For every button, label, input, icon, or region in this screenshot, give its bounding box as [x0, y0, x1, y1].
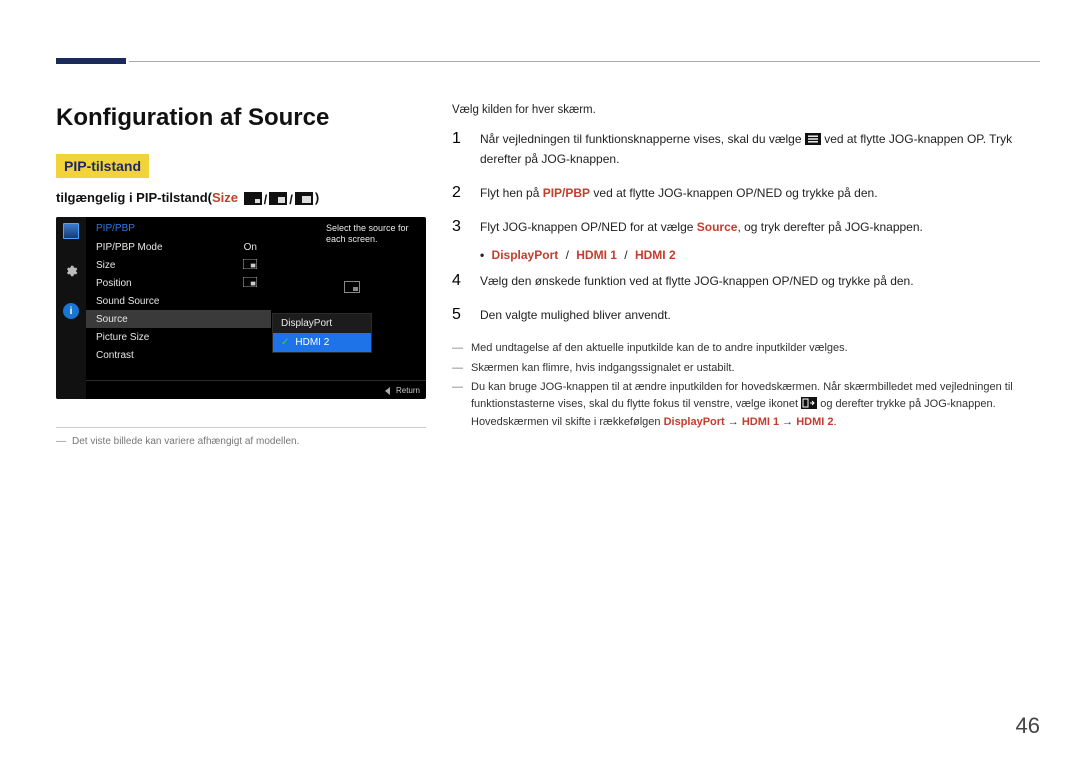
step5-text: Den valgte mulighed bliver anvendt. — [480, 306, 1040, 324]
note-dash: ― — [452, 379, 463, 431]
gear-icon — [63, 263, 79, 279]
step3-a: Flyt JOG-knappen OP/NED for at vælge — [480, 220, 697, 234]
step-number: 1 — [452, 130, 466, 168]
opt-h1: HDMI 1 — [576, 248, 617, 262]
note-2: ― Skærmen kan flimre, hvis indgangssigna… — [452, 360, 1040, 377]
step-1: 1 Når vejledningen til funktionsknappern… — [452, 122, 1040, 176]
opt-dp: DisplayPort — [492, 248, 559, 262]
note1-text: Med undtagelse af den aktuelle inputkild… — [471, 340, 848, 357]
pip-small-icon — [244, 192, 262, 205]
mode-chip: PIP-tilstand — [56, 154, 149, 178]
availability-line: tilgængelig i PIP-tilstand(Size / / ) — [56, 190, 426, 207]
pip-large-icon — [295, 192, 313, 205]
step3-b: , og tryk derefter på JOG-knappen. — [737, 220, 922, 234]
monitor-icon — [63, 223, 79, 239]
step-2: 2 Flyt hen på PIP/PBP ved at flytte JOG-… — [452, 176, 1040, 210]
instructions-column: Vælg kilden for hver skærm. 1 Når vejled… — [452, 104, 1040, 434]
osd-left-icons: i — [56, 217, 86, 399]
back-arrow-icon — [385, 387, 390, 395]
step-list: 1 Når vejledningen til funktionsknappern… — [452, 122, 1040, 244]
step2-key: PIP/PBP — [543, 186, 590, 200]
page-title: Konfiguration af Source — [56, 104, 426, 132]
osd-separator — [86, 380, 426, 381]
osd-submenu-item: HDMI 2 — [273, 333, 371, 352]
osd-help-text: Select the source for each screen. — [326, 223, 420, 245]
step-number: 4 — [452, 272, 466, 290]
osd-menu: PIP/PBP PIP/PBP Mode On Size Position Sound … — [86, 217, 271, 399]
osd-item-label: Sound Source — [96, 296, 159, 307]
menu-icon — [805, 132, 821, 150]
note-1: ― Med undtagelse af den aktuelle inputki… — [452, 340, 1040, 357]
opt-h2: HDMI 2 — [635, 248, 676, 262]
step-number: 2 — [452, 184, 466, 202]
availability-prefix: tilgængelig i PIP-tilstand( — [56, 190, 212, 205]
note-3: ― Du kan bruge JOG-knappen til at ændre … — [452, 379, 1040, 431]
note3-arrow1: → — [728, 416, 739, 428]
osd-menu-item: Contrast — [86, 346, 271, 364]
info-icon: i — [63, 303, 79, 319]
osd-item-label: PIP/PBP Mode — [96, 242, 163, 253]
size-keyword: Size — [212, 190, 238, 205]
step-number: 5 — [452, 306, 466, 324]
footnote-dash: ― — [56, 436, 66, 447]
note3-dp: DisplayPort — [664, 416, 725, 428]
osd-item-label: Contrast — [96, 350, 134, 361]
step-4: 4 Vælg den ønskede funktion ved at flytt… — [452, 264, 1040, 298]
osd-menu-item: Sound Source — [86, 292, 271, 310]
note-dash: ― — [452, 340, 463, 357]
note-dash: ― — [452, 360, 463, 377]
osd-item-label: Size — [96, 260, 115, 271]
osd-menu-item: PIP/PBP Mode On — [86, 238, 271, 256]
header-accent — [56, 58, 126, 64]
osd-menu-item: Size — [86, 256, 271, 274]
osd-item-value — [243, 259, 257, 272]
osd-return-label: Return — [396, 386, 420, 395]
step-3: 3 Flyt JOG-knappen OP/NED for at vælge S… — [452, 210, 1040, 244]
osd-item-label: Picture Size — [96, 332, 149, 343]
osd-item-label: Position — [96, 278, 132, 289]
step2-b: ved at flytte JOG-knappen OP/NED og tryk… — [590, 186, 877, 200]
osd-menu-title: PIP/PBP — [86, 217, 271, 238]
page-number: 46 — [1016, 713, 1040, 739]
note3-h1: HDMI 1 — [742, 416, 779, 428]
osd-menu-item: Source — [86, 310, 271, 328]
step4-text: Vælg den ønskede funktion ved at flytte … — [480, 272, 1040, 290]
osd-menu-item: Picture Size — [86, 328, 271, 346]
availability-suffix: ) — [315, 190, 319, 205]
pip-medium-icon — [269, 192, 287, 205]
osd-item-value: On — [244, 242, 257, 253]
source-options: • DisplayPort / HDMI 1 / HDMI 2 — [480, 248, 1040, 262]
note3-arrow2: → — [782, 416, 793, 428]
opt-sep1: / — [566, 248, 569, 262]
pip-size-glyphs: / / — [242, 192, 315, 207]
step-number: 3 — [452, 218, 466, 236]
step1-a: Når vejledningen til funktionsknapperne … — [480, 132, 805, 146]
header-rule — [129, 61, 1040, 62]
footnote-text: Det viste billede kan variere afhængigt … — [72, 436, 299, 447]
osd-pip-thumb-icon — [344, 281, 360, 293]
notes: ― Med undtagelse af den aktuelle inputki… — [452, 340, 1040, 431]
osd-screenshot: i PIP/PBP PIP/PBP Mode On Size Position Soun… — [56, 217, 426, 399]
step2-a: Flyt hen på — [480, 186, 543, 200]
lead-text: Vælg kilden for hver skærm. — [452, 104, 1040, 116]
step-list-2: 4 Vælg den ønskede funktion ved at flytt… — [452, 264, 1040, 332]
image-footnote: ― Det viste billede kan variere afhængig… — [56, 427, 426, 447]
osd-submenu: DisplayPortHDMI 2 — [272, 313, 372, 353]
note3-h2: HDMI 2 — [796, 416, 833, 428]
step3-key: Source — [697, 220, 738, 234]
osd-item-value — [243, 277, 257, 290]
osd-submenu-item: DisplayPort — [273, 314, 371, 333]
note2-text: Skærmen kan flimre, hvis indgangssignale… — [471, 360, 735, 377]
osd-item-label: Source — [96, 314, 128, 325]
opt-sep2: / — [624, 248, 627, 262]
step-5: 5 Den valgte mulighed bliver anvendt. — [452, 298, 1040, 332]
osd-menu-item: Position — [86, 274, 271, 292]
source-switch-icon — [801, 397, 817, 415]
osd-return: Return — [385, 386, 420, 395]
